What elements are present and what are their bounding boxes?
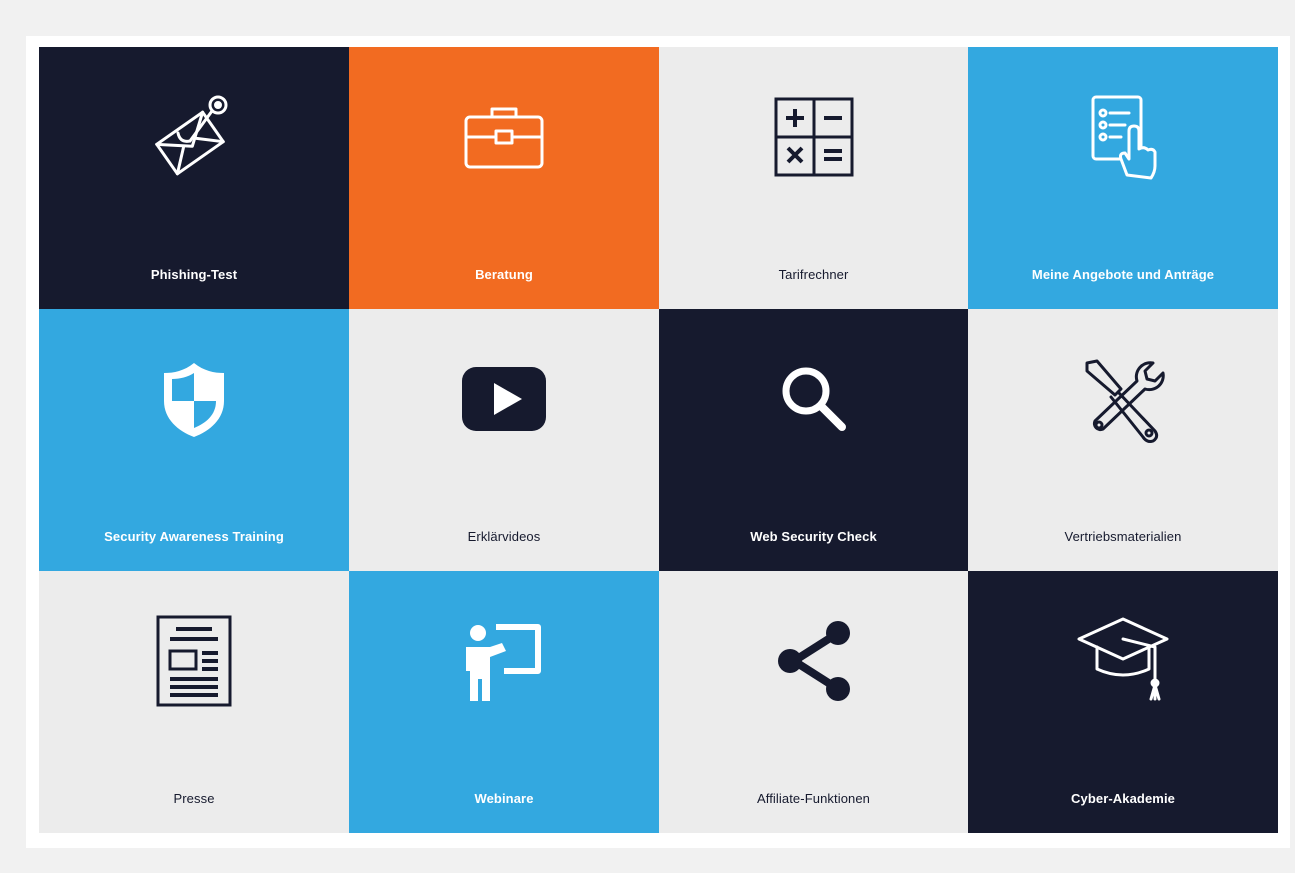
share-icon bbox=[766, 613, 862, 709]
graduation-cap-icon bbox=[1075, 613, 1171, 709]
tile-phishing-test[interactable]: Phishing-Test bbox=[39, 47, 349, 309]
tile-security-awareness-training[interactable]: Security Awareness Training bbox=[39, 309, 349, 571]
tile-cyber-akademie[interactable]: Cyber-Akademie bbox=[968, 571, 1278, 833]
tile-label: Tarifrechner bbox=[778, 267, 849, 282]
newspaper-icon bbox=[146, 613, 242, 709]
tile-presse[interactable]: Presse bbox=[39, 571, 349, 833]
tile-label: Cyber-Akademie bbox=[1071, 791, 1175, 806]
tile-webinare[interactable]: Webinare bbox=[349, 571, 659, 833]
calculator-icon bbox=[766, 89, 862, 185]
tile-label: Phishing-Test bbox=[150, 267, 238, 282]
tile-label: Erklärvideos bbox=[467, 529, 541, 544]
tile-beratung[interactable]: Beratung bbox=[349, 47, 659, 309]
tile-label: Security Awareness Training bbox=[104, 529, 284, 544]
tile-vertriebsmaterialien[interactable]: Vertriebsmaterialien bbox=[968, 309, 1278, 571]
tile-erklaervideos[interactable]: Erklärvideos bbox=[349, 309, 659, 571]
magnifier-icon bbox=[766, 351, 862, 447]
briefcase-icon bbox=[456, 89, 552, 185]
tile-tarifrechner[interactable]: Tarifrechner bbox=[659, 47, 968, 309]
tile-label: Beratung bbox=[475, 267, 533, 282]
tile-label: Presse bbox=[173, 791, 215, 806]
play-video-icon bbox=[456, 351, 552, 447]
dashboard-panel: Phishing-Test Beratung Tarifrechner Mein… bbox=[26, 36, 1290, 848]
presenter-icon bbox=[456, 613, 552, 709]
tools-icon bbox=[1075, 351, 1171, 447]
tile-grid: Phishing-Test Beratung Tarifrechner Mein… bbox=[39, 47, 1278, 833]
tile-meine-angebote[interactable]: Meine Angebote und Anträge bbox=[968, 47, 1278, 309]
tile-label: Web Security Check bbox=[750, 529, 877, 544]
tile-label: Meine Angebote und Anträge bbox=[1031, 267, 1215, 282]
tile-label: Vertriebsmaterialien bbox=[1064, 529, 1182, 544]
checklist-hand-icon bbox=[1075, 89, 1171, 185]
tile-label: Webinare bbox=[474, 791, 534, 806]
tile-label: Affiliate-Funktionen bbox=[756, 791, 871, 806]
tile-affiliate-funktionen[interactable]: Affiliate-Funktionen bbox=[659, 571, 968, 833]
phishing-envelope-icon bbox=[146, 89, 242, 185]
tile-web-security-check[interactable]: Web Security Check bbox=[659, 309, 968, 571]
shield-icon bbox=[146, 351, 242, 447]
